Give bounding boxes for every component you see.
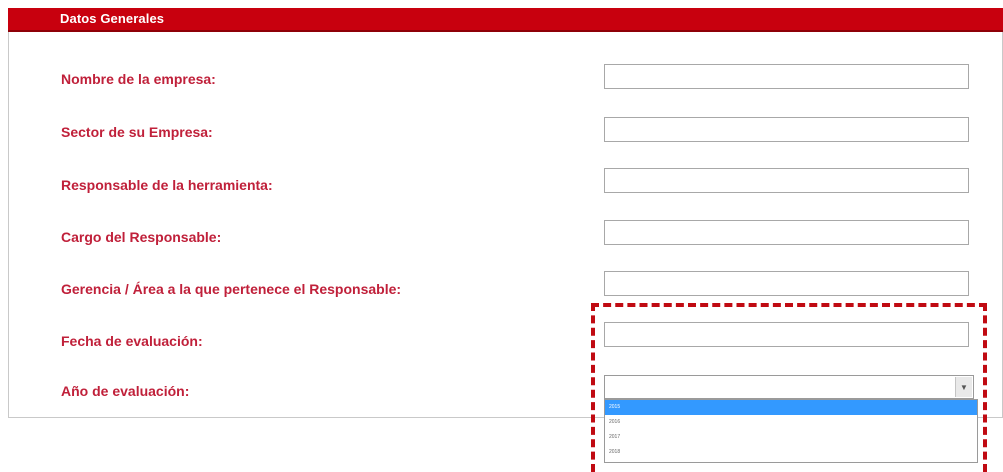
dropdown-option[interactable]: 2015 bbox=[605, 400, 977, 415]
cargo-responsable-input[interactable] bbox=[604, 220, 969, 245]
chevron-down-icon[interactable]: ▼ bbox=[955, 377, 972, 397]
ano-evaluacion-dropdown: 2015 2016 2017 2018 bbox=[604, 399, 978, 463]
dropdown-option[interactable]: 2017 bbox=[605, 430, 977, 445]
label-nombre-empresa: Nombre de la empresa: bbox=[61, 71, 216, 87]
responsable-herramienta-input[interactable] bbox=[604, 168, 969, 193]
label-sector-empresa: Sector de su Empresa: bbox=[61, 124, 213, 140]
fecha-evaluacion-input[interactable] bbox=[604, 322, 969, 347]
nombre-empresa-input[interactable] bbox=[604, 64, 969, 89]
sector-empresa-input[interactable] bbox=[604, 117, 969, 142]
label-cargo-responsable: Cargo del Responsable: bbox=[61, 229, 222, 245]
dropdown-option[interactable]: 2016 bbox=[605, 415, 977, 430]
panel-header: Datos Generales bbox=[8, 8, 1003, 32]
label-fecha-evaluacion: Fecha de evaluación: bbox=[61, 333, 203, 349]
panel-title: Datos Generales bbox=[60, 11, 165, 26]
label-responsable-herramienta: Responsable de la herramienta: bbox=[61, 177, 273, 193]
ano-evaluacion-select[interactable]: ▼ bbox=[604, 375, 974, 399]
label-ano-evaluacion: Año de evaluación: bbox=[61, 383, 190, 399]
label-gerencia-area: Gerencia / Área a la que pertenece el Re… bbox=[61, 281, 402, 297]
dropdown-option[interactable]: 2018 bbox=[605, 445, 977, 460]
gerencia-area-input[interactable] bbox=[604, 271, 969, 296]
